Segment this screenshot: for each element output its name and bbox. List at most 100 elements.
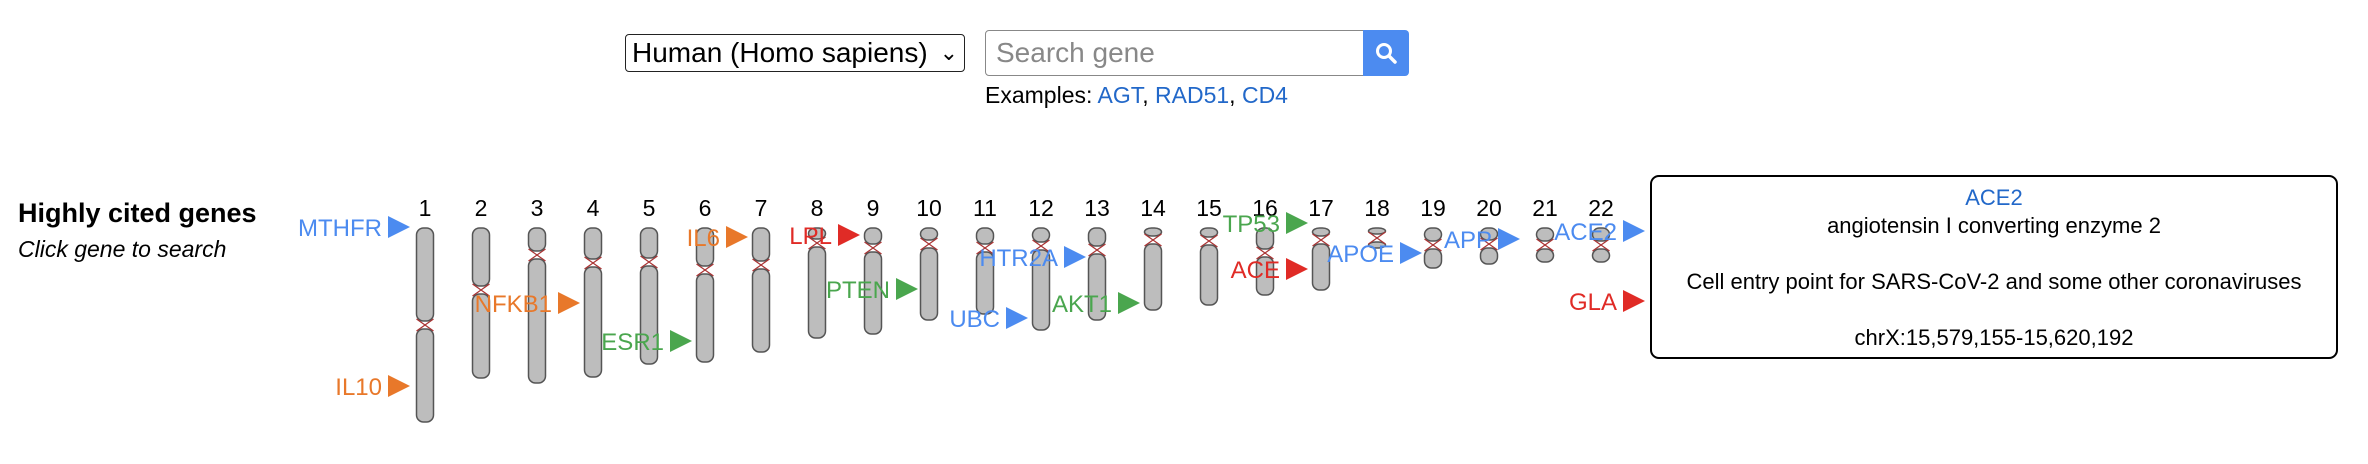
chromosome-label: 5 xyxy=(643,195,656,221)
gene-marker-pten[interactable]: PTEN xyxy=(826,277,918,304)
chromosome-label: 14 xyxy=(1140,195,1166,221)
gene-label[interactable]: ACE2 xyxy=(1554,219,1617,246)
chromosome-15: 15 xyxy=(1196,195,1222,306)
chromosome-8: 8 xyxy=(807,195,827,339)
gene-label[interactable]: IL6 xyxy=(687,225,720,252)
chromosome-p-arm xyxy=(639,227,659,259)
gene-marker-ace[interactable]: ACE xyxy=(1231,257,1308,284)
gene-arrow[interactable] xyxy=(726,226,748,248)
gene-marker-htr2a[interactable]: HTR2A xyxy=(979,245,1086,272)
chromosome-1: 1 xyxy=(415,195,435,423)
gene-marker-il10[interactable]: IL10 xyxy=(335,374,410,401)
gene-arrow[interactable] xyxy=(1623,290,1645,312)
chromosome-label: 8 xyxy=(811,195,824,221)
gene-marker-gla[interactable]: GLA xyxy=(1569,289,1645,316)
gene-marker-akt1[interactable]: AKT1 xyxy=(1052,291,1140,318)
gene-arrow[interactable] xyxy=(388,375,410,397)
chromosome-label: 3 xyxy=(531,195,544,221)
chromosome-label: 13 xyxy=(1084,195,1110,221)
chromosome-q-arm xyxy=(527,258,547,384)
chromosome-label: 1 xyxy=(419,195,432,221)
gene-arrow[interactable] xyxy=(1286,212,1308,234)
gene-label[interactable]: PTEN xyxy=(826,277,890,304)
chromosome-9: 9 xyxy=(863,195,883,335)
tooltip-gene-name[interactable]: ACE2 xyxy=(1652,185,2336,211)
gene-marker-mthfr[interactable]: MTHFR xyxy=(298,215,410,242)
gene-label[interactable]: APOE xyxy=(1327,241,1394,268)
gene-label[interactable]: LPL xyxy=(789,223,832,250)
gene-arrow[interactable] xyxy=(670,330,692,352)
gene-label[interactable]: NFKB1 xyxy=(475,291,552,318)
chromosome-label: 9 xyxy=(867,195,880,221)
chromosome-4: 4 xyxy=(583,195,603,378)
chromosome-label: 7 xyxy=(755,195,768,221)
gene-marker-ace2[interactable]: ACE2 xyxy=(1554,219,1645,246)
chromosome-p-arm xyxy=(863,227,883,245)
chromosome-q-arm xyxy=(583,266,603,378)
gene-label[interactable]: UBC xyxy=(949,306,1000,333)
gene-arrow[interactable] xyxy=(896,278,918,300)
gene-marker-il6[interactable]: IL6 xyxy=(687,225,748,252)
gene-label[interactable]: APP xyxy=(1444,227,1492,254)
chromosome-p-arm xyxy=(583,227,603,260)
chromosome-label: 15 xyxy=(1196,195,1222,221)
chromosome-p-arm xyxy=(1031,227,1051,243)
chromosome-14: 14 xyxy=(1140,195,1166,311)
gene-arrow[interactable] xyxy=(388,216,410,238)
chromosome-p-arm xyxy=(1423,227,1443,242)
gene-marker-esr1[interactable]: ESR1 xyxy=(601,329,692,356)
chromosome-q-arm xyxy=(415,328,435,423)
gene-marker-nfkb1[interactable]: NFKB1 xyxy=(475,291,580,318)
chromosome-q-arm xyxy=(1423,248,1443,269)
chromosome-label: 12 xyxy=(1028,195,1054,221)
gene-label[interactable]: ACE xyxy=(1231,257,1280,284)
chromosome-10: 10 xyxy=(916,195,942,321)
gene-marker-apoe[interactable]: APOE xyxy=(1327,241,1422,268)
chromosome-q-arm xyxy=(919,247,939,321)
gene-marker-ubc[interactable]: UBC xyxy=(949,306,1028,333)
gene-label[interactable]: HTR2A xyxy=(979,245,1058,272)
chromosome-label: 20 xyxy=(1476,195,1502,221)
chromosome-q-arm xyxy=(695,273,715,363)
gene-marker-tp53[interactable]: TP53 xyxy=(1223,211,1308,238)
chromosome-p-arm xyxy=(527,227,547,252)
ideogram: 1 2 3 4 5 6 7 8 9 10 11 12 13 14 15 16 17 18 19 20 21 22MTHFR… xyxy=(298,195,1645,423)
gene-label[interactable]: IL10 xyxy=(335,374,382,401)
gene-label[interactable]: ESR1 xyxy=(601,329,664,356)
gene-arrow[interactable] xyxy=(1006,307,1028,329)
chromosome-p-arm xyxy=(751,227,771,262)
chromosome-q-arm xyxy=(1591,248,1611,263)
gene-arrow[interactable] xyxy=(1286,258,1308,280)
gene-arrow[interactable] xyxy=(1498,228,1520,250)
gene-label[interactable]: TP53 xyxy=(1223,211,1280,238)
chromosome-label: 10 xyxy=(916,195,942,221)
gene-marker-app[interactable]: APP xyxy=(1444,227,1520,254)
gene-arrow[interactable] xyxy=(1623,220,1645,242)
tooltip-description: Cell entry point for SARS-CoV-2 and some… xyxy=(1686,269,2302,294)
gene-arrow[interactable] xyxy=(1400,242,1422,264)
gene-label[interactable]: AKT1 xyxy=(1052,291,1112,318)
chromosome-label: 21 xyxy=(1532,195,1558,221)
chromosome-q-arm xyxy=(1143,243,1163,311)
gene-arrow[interactable] xyxy=(1064,246,1086,268)
chromosome-label: 17 xyxy=(1308,195,1334,221)
gene-arrow[interactable] xyxy=(1118,292,1140,314)
chromosome-q-arm xyxy=(1535,248,1555,263)
chromosome-q-arm xyxy=(751,268,771,353)
chromosome-label: 18 xyxy=(1364,195,1390,221)
chromosome-3: 3 xyxy=(527,195,547,384)
tooltip-location: chrX:15,579,155-15,620,192 xyxy=(1854,325,2134,350)
chromosome-q-arm xyxy=(807,246,827,339)
chromosome-p-arm xyxy=(1143,227,1163,237)
chromosome-p-arm xyxy=(471,227,491,287)
gene-label[interactable]: GLA xyxy=(1569,289,1617,316)
gene-label[interactable]: MTHFR xyxy=(298,215,382,242)
tooltip-full-name: angiotensin I converting enzyme 2 xyxy=(1827,213,2161,238)
gene-arrow[interactable] xyxy=(558,292,580,314)
chromosome-label: 6 xyxy=(699,195,712,221)
chromosome-7: 7 xyxy=(751,195,771,353)
gene-marker-lpl[interactable]: LPL xyxy=(789,223,860,250)
chromosome-label: 11 xyxy=(973,195,997,221)
chromosome-label: 2 xyxy=(475,195,488,221)
gene-arrow[interactable] xyxy=(838,224,860,246)
